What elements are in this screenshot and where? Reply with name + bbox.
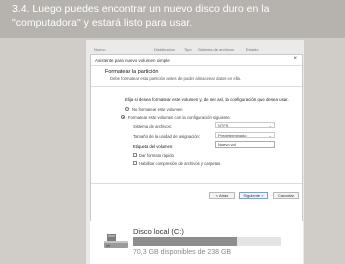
cancel-button[interactable]: Cancelar — [273, 192, 299, 199]
tab-filesystem[interactable]: Sistema de archivos — [198, 47, 234, 52]
tab-distribution[interactable]: Distribución — [154, 47, 175, 52]
format-question: Elija si desea formatear este volumen y,… — [125, 97, 289, 102]
new-volume-wizard: Asistente para nuevo volumen simple × Fo… — [90, 54, 303, 222]
radio-format[interactable] — [121, 115, 125, 119]
close-icon[interactable]: × — [293, 56, 297, 62]
compression-checkbox[interactable] — [133, 161, 137, 165]
chevron-down-icon: ⌄ — [268, 123, 272, 128]
caption-line-2: "computadora" y estará listo para usar. — [12, 17, 193, 29]
volume-label-input[interactable]: Nuevo vol — [215, 141, 275, 148]
hard-drive-icon — [104, 234, 128, 248]
tab-status[interactable]: Estado — [246, 47, 258, 52]
tab-new[interactable]: Nuevo — [94, 47, 106, 52]
caption-banner: 3.4. Luego puedes encontrar un nuevo dis… — [0, 0, 345, 38]
volume-label-label: Etiqueta del volumen: — [133, 144, 174, 149]
drive-space: 70,3 GB disponibles de 238 GB — [133, 249, 232, 256]
drive-usage-bar — [133, 237, 281, 246]
option-format-label: Formatear este volumen con la configurac… — [128, 115, 231, 120]
drive-name: Disco local (C:) — [133, 227, 184, 236]
filesystem-value: NTFS — [218, 123, 229, 128]
header-divider — [91, 86, 302, 87]
option-no-format-label: No formatear este volumen — [132, 107, 183, 112]
footer-divider — [91, 183, 302, 184]
section-heading: Formatear la partición — [105, 69, 159, 75]
drive-tile[interactable]: Disco local (C:) 70,3 GB disponibles de … — [90, 221, 303, 264]
allocation-label: Tamaño de la unidad de asignación: — [133, 134, 201, 139]
quick-format-checkbox[interactable] — [133, 153, 137, 157]
quick-format-label: Dar formato rápido — [139, 153, 174, 158]
allocation-value: Predeterminado — [218, 133, 247, 138]
radio-no-format[interactable] — [125, 107, 129, 111]
title-divider — [91, 65, 302, 66]
caption-line-1: 3.4. Luego puedes encontrar un nuevo dis… — [12, 3, 270, 15]
compression-label: Habilitar compresión de archivos y carpe… — [139, 161, 221, 166]
allocation-select[interactable]: Predeterminado ⌄ — [215, 132, 275, 138]
filesystem-select[interactable]: NTFS ⌄ — [215, 122, 275, 128]
back-button[interactable]: < Atrás — [209, 192, 235, 199]
chevron-down-icon: ⌄ — [268, 133, 272, 138]
drive-usage-fill — [133, 237, 238, 246]
wizard-title: Asistente para nuevo volumen simple — [95, 58, 170, 63]
filesystem-label: Sistema de archivos: — [133, 124, 172, 129]
next-button[interactable]: Siguiente > — [239, 192, 268, 199]
tab-type[interactable]: Tipo — [184, 47, 192, 52]
section-subheading: Debe formatear esta partición antes de p… — [110, 76, 242, 81]
